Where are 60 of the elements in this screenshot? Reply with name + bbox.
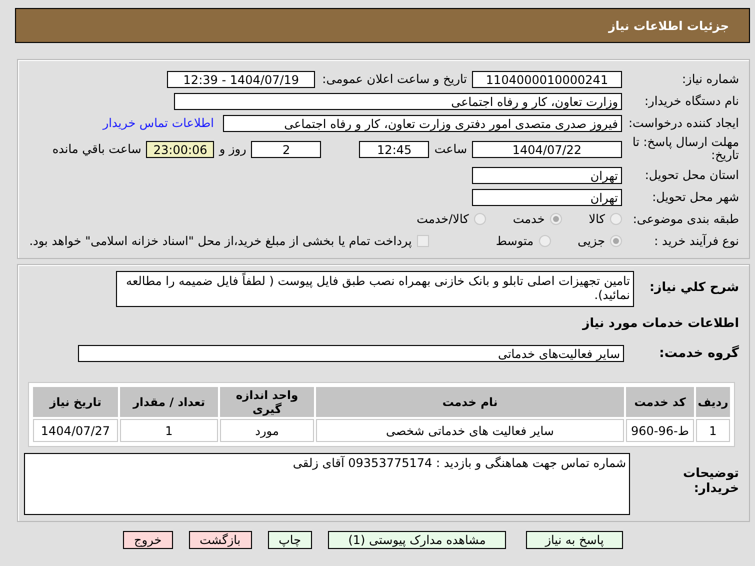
option-label: کالا/خدمت bbox=[416, 212, 469, 226]
field-label: شرح کلي نياز: bbox=[648, 278, 739, 294]
text-field[interactable]: 1404/07/19 - 12:39 bbox=[167, 70, 316, 88]
table-cell: سایر فعالیت های خدماتی شخصی bbox=[316, 419, 624, 442]
field-label: استان محل تحویل: bbox=[644, 168, 739, 182]
text-field[interactable]: 1404/07/22 bbox=[472, 140, 622, 158]
column-header: ردیف bbox=[696, 387, 730, 417]
radio-button[interactable] bbox=[538, 235, 551, 247]
text-field[interactable]: 1104000010000241 bbox=[472, 70, 622, 88]
option-label: کالا bbox=[588, 212, 605, 226]
time-label: ساعت bbox=[434, 142, 467, 156]
table-cell: 1 bbox=[120, 419, 218, 442]
column-header: نام خدمت bbox=[316, 387, 624, 417]
column-header: کد خدمت bbox=[626, 387, 694, 417]
option-label: متوسط bbox=[496, 234, 534, 248]
field-label: توضیحات خریدار: bbox=[682, 464, 739, 495]
radio-button[interactable] bbox=[610, 213, 622, 225]
field-label: شهر محل تحویل: bbox=[651, 190, 739, 204]
checkbox[interactable] bbox=[416, 235, 429, 247]
text-field[interactable]: 23:00:06 bbox=[146, 140, 214, 158]
contact-link[interactable]: اطلاعات تماس خریدار bbox=[102, 116, 214, 130]
field-label: نوع فرآیند خرید : bbox=[653, 234, 739, 248]
days-label: روز و bbox=[219, 142, 246, 156]
option-label: خدمت bbox=[512, 212, 545, 226]
column-header: واحد اندازه گیری bbox=[220, 387, 314, 417]
text-field[interactable]: فیروز صدری متصدی امور دفتری وزارت تعاون، کار و رفاه اجتماعی bbox=[223, 114, 622, 132]
description-textarea[interactable]: تامین تجهیزات اصلی تابلو و بانک خازنی بهمراه نصب طبق فایل پیوست ( لطفاً فایل ضمیمه را مطالعه نمائید). bbox=[116, 271, 634, 307]
table-cell: 1 bbox=[696, 419, 730, 442]
column-header: تاریخ نیاز bbox=[33, 387, 118, 417]
field-label: شماره نیاز: bbox=[681, 72, 739, 86]
field-label: گروه خدمت: bbox=[658, 346, 739, 360]
radio-button[interactable] bbox=[550, 213, 562, 225]
radio-button[interactable] bbox=[474, 213, 486, 225]
table-cell: 1404/07/27 bbox=[33, 419, 118, 442]
radio-button[interactable] bbox=[610, 235, 622, 247]
table-cell: مورد bbox=[220, 419, 314, 442]
page-title: جزئیات اطلاعات نیاز bbox=[608, 18, 729, 32]
action-button[interactable]: چاپ bbox=[268, 531, 312, 549]
text-field[interactable]: تهران bbox=[472, 166, 622, 184]
text-field[interactable]: وزارت تعاون، کار و رفاه اجتماعی bbox=[174, 92, 622, 110]
column-header: تعداد / مقدار bbox=[120, 387, 218, 417]
payment-note: پرداخت تمام یا بخشی از مبلغ خرید،از محل "اسناد خزانه اسلامی" خواهد بود. bbox=[29, 234, 412, 248]
text-field[interactable]: 12:45 bbox=[359, 140, 430, 158]
text-field[interactable]: 2 bbox=[251, 140, 322, 158]
text-field[interactable]: تهران bbox=[472, 188, 622, 206]
remaining-label: ساعت باقي مانده bbox=[52, 142, 142, 156]
field-label: ایجاد کننده درخواست: bbox=[627, 116, 739, 130]
action-button[interactable]: پاسخ به نیاز bbox=[526, 531, 623, 549]
field-label: تاریخ و ساعت اعلان عمومی: bbox=[322, 72, 467, 86]
field-label: طبقه بندی موضوعی: bbox=[632, 212, 739, 226]
option-label: جزیی bbox=[578, 234, 605, 248]
action-button[interactable]: بازگشت bbox=[188, 531, 252, 549]
text-field[interactable]: سایر فعالیت‌های خدماتی bbox=[78, 344, 624, 362]
field-label: نام دستگاه خریدار: bbox=[644, 94, 739, 108]
action-button[interactable]: مشاهده مدارک پیوستی (1) bbox=[328, 531, 506, 549]
section-heading: اطلاعات خدمات مورد نياز bbox=[581, 315, 739, 330]
notes-textarea[interactable]: شماره تماس جهت هماهنگی و بازدید : 09353775174 آقای زلقی bbox=[24, 453, 630, 515]
table-cell: ط-96-960 bbox=[626, 419, 694, 442]
field-label: مهلت ارسال پاسخ: تا تاریخ: bbox=[631, 136, 739, 162]
action-button[interactable]: خروج bbox=[123, 531, 173, 549]
